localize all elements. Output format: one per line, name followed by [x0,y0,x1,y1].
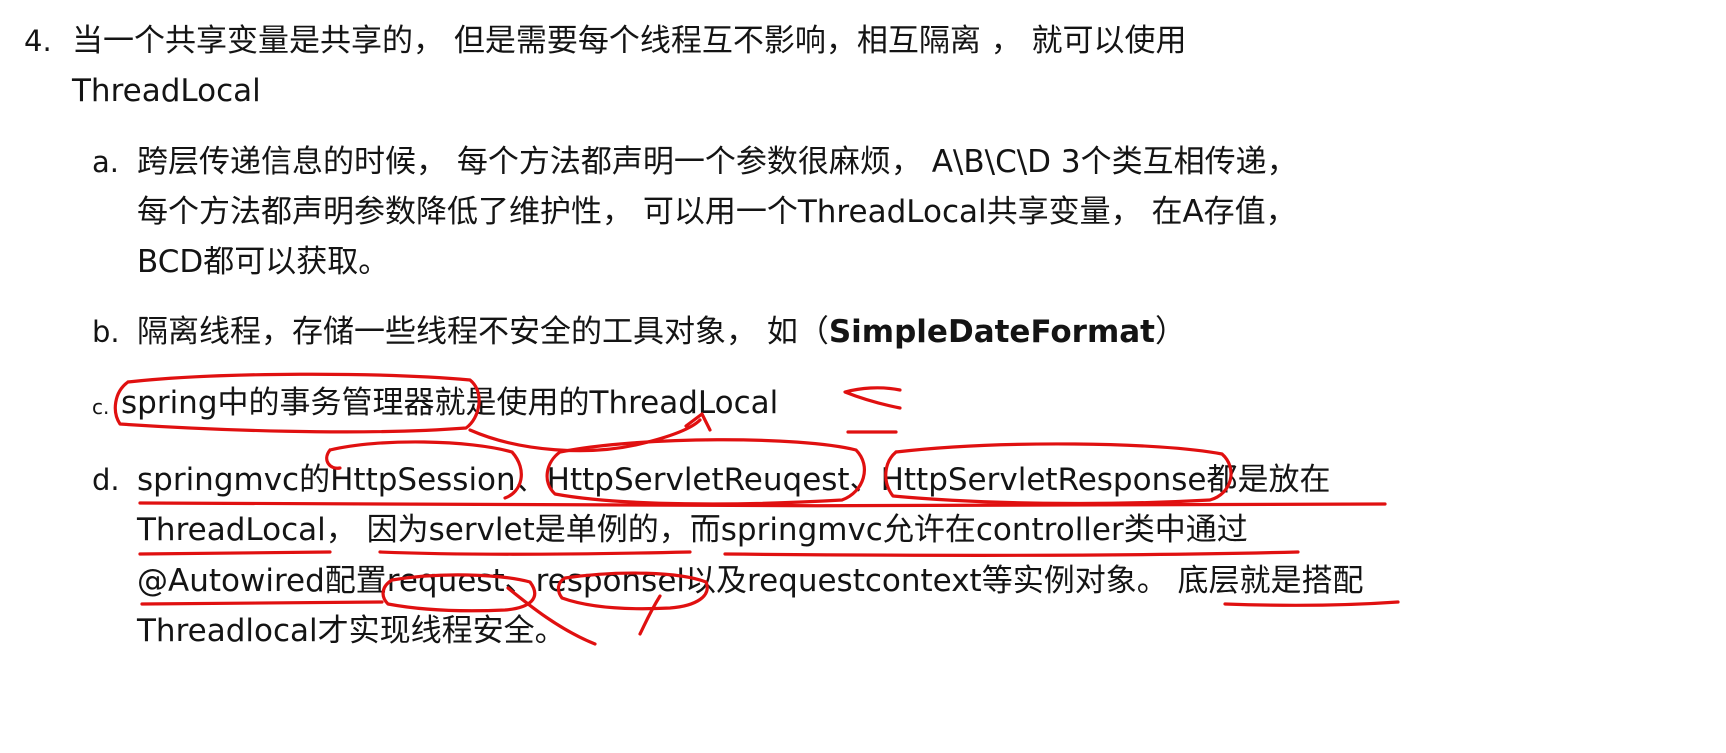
item-a-line-1: 跨层传递信息的时候， 每个方法都声明一个参数很麻烦， A\B\C\D 3个类互相… [137,144,1298,180]
list-marker-4: 4. [24,24,52,58]
list-marker-d: d. [92,463,120,497]
annotation-underline-d2-threadlocal [138,550,332,556]
item-b-close-paren: ） [1155,314,1186,350]
annotation-arrow-c-upper [843,386,902,410]
item-a-line-3: BCD都可以获取。 [137,244,390,280]
annotation-underline-d2-servlet [378,550,692,556]
item-b-line: 隔离线程，存储一些线程不安全的工具对象， 如（SimpleDateFormat） [137,313,1186,351]
annotation-underline-d3-bottom [1223,600,1400,607]
annotation-underline-d1 [138,501,1387,508]
item-b-text: 隔离线程，存储一些线程不安全的工具对象， 如（ [137,314,829,350]
item-d-line-1: springmvc的HttpSession、HttpServletReuqest… [137,462,1331,498]
annotation-stroke-response [638,594,662,636]
list-marker-a: a. [92,145,119,179]
list-marker-b: b. [92,315,120,349]
item-d-line-2: ThreadLocal， 因为servlet是单例的，而springmvc允许在… [137,512,1248,548]
list-marker-c: c. [92,395,110,419]
item-b-bold-term: SimpleDateFormat [828,314,1155,350]
annotation-underline-d2-springmvc [723,550,1300,557]
item-c-line: spring中的事务管理器就是使用的ThreadLocal [121,385,779,421]
item-d-line-4: Threadlocal才实现线程安全。 [137,613,566,649]
item-4-line-1: 当一个共享变量是共享的， 但是需要每个线程互不影响，相互隔离 ， 就可以使用 [72,23,1187,59]
item-d-line-3: @Autowired配置request、responsel以及requestco… [137,563,1364,599]
annotation-underline-d3-autowired [140,600,384,606]
item-a-line-2: 每个方法都声明参数降低了维护性， 可以用一个ThreadLocal共享变量， 在… [137,194,1297,230]
item-4-line-2: ThreadLocal [72,73,261,109]
